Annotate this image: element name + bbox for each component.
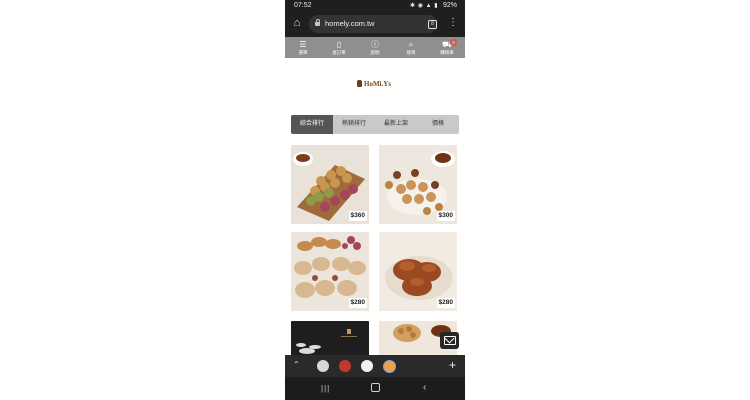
- nav-help-label: 說明: [370, 50, 380, 55]
- sort-tabs: 綜合排行 熱銷排行 最新上架 價格: [291, 115, 459, 134]
- chevron-up-icon[interactable]: ⌃: [293, 360, 300, 369]
- sort-tab-price[interactable]: 價格: [417, 115, 459, 134]
- cart-badge: 0: [450, 39, 457, 46]
- status-bar: 07:52 ✱ ◉ ▲ ▮ 92%: [285, 0, 465, 11]
- nav-help[interactable]: ⓘ 說明: [357, 37, 393, 58]
- nav-orders-label: 查訂單: [332, 50, 346, 55]
- tab-thumbnail-active[interactable]: [383, 360, 396, 373]
- sort-tab-newest[interactable]: 最新上架: [375, 115, 417, 134]
- sort-tab-overall[interactable]: 綜合排行: [291, 115, 333, 134]
- browser-tab-bar: ⌃ +: [285, 355, 465, 377]
- product-card[interactable]: $360: [291, 145, 369, 224]
- tab-thumbnail[interactable]: [361, 360, 373, 372]
- home-icon[interactable]: ⌂: [291, 17, 303, 29]
- lock-icon: [315, 19, 320, 26]
- plus-icon[interactable]: +: [449, 358, 456, 372]
- document-icon: ▯: [336, 40, 342, 49]
- search-icon: ⌕: [408, 40, 414, 49]
- logo-text: HoMi.Ys: [364, 80, 392, 88]
- recents-icon[interactable]: |||: [321, 384, 330, 393]
- info-icon: ⓘ: [371, 40, 379, 49]
- product-card[interactable]: $280: [291, 232, 369, 311]
- back-icon[interactable]: ‹: [423, 382, 426, 393]
- product-price: $300: [436, 211, 455, 221]
- status-icons: ✱ ◉ ▲ ▮: [410, 3, 439, 9]
- nav-menu[interactable]: ☰ 選單: [285, 37, 321, 58]
- nav-orders[interactable]: ▯ 查訂單: [321, 37, 357, 58]
- menu-icon: ☰: [299, 40, 307, 49]
- browser-toolbar: ⌂ homely.com.tw 8 ⋮: [285, 11, 465, 37]
- tab-switcher-button[interactable]: 8: [428, 20, 437, 29]
- site-logo[interactable]: HoMi.Ys: [357, 80, 391, 90]
- overflow-menu-button[interactable]: ⋮: [448, 17, 458, 29]
- nav-cart[interactable]: ⛟ 購物車 0: [429, 37, 465, 58]
- address-bar[interactable]: homely.com.tw: [309, 15, 437, 33]
- system-nav-bar: ||| ‹: [285, 377, 465, 400]
- tab-thumbnail[interactable]: [317, 360, 329, 372]
- nav-search[interactable]: ⌕ 搜尋: [393, 37, 429, 58]
- nav-menu-label: 選單: [298, 50, 308, 55]
- product-price: $360: [348, 211, 367, 221]
- site-nav-bar: ☰ 選單 ▯ 查訂單 ⓘ 說明 ⌕ 搜尋 ⛟ 購物車 0: [285, 37, 465, 58]
- nav-cart-label: 購物車: [440, 50, 454, 55]
- nav-search-label: 搜尋: [406, 50, 416, 55]
- mail-button[interactable]: [440, 332, 459, 349]
- product-price: $280: [436, 298, 455, 308]
- home-button-icon[interactable]: [371, 383, 380, 392]
- cart-icon: ⛟: [441, 40, 453, 49]
- product-card[interactable]: $280: [379, 232, 457, 311]
- battery-level: 92%: [442, 2, 457, 9]
- product-price: $280: [348, 298, 367, 308]
- sort-tab-bestselling[interactable]: 熱銷排行: [333, 115, 375, 134]
- status-time: 07:52: [294, 2, 312, 9]
- address-text: homely.com.tw: [325, 19, 375, 28]
- tab-thumbnail[interactable]: [339, 360, 351, 372]
- phone-screen: 07:52 ✱ ◉ ▲ ▮ 92% ⌂ homely.com.tw 8 ⋮ ☰ …: [285, 0, 465, 400]
- product-card[interactable]: $300: [379, 145, 457, 224]
- logo-mark-icon: [357, 80, 362, 87]
